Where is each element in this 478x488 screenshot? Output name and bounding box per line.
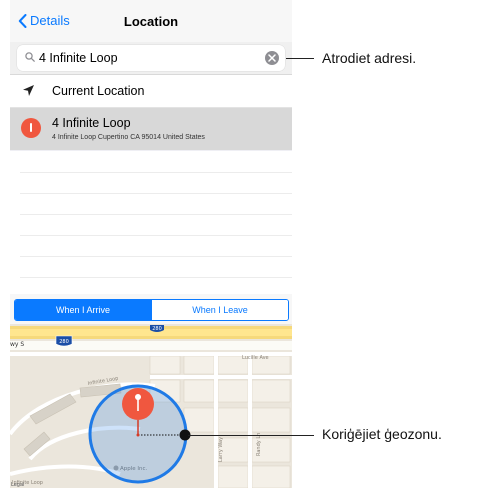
poi-label-apple: Apple Inc. — [120, 466, 148, 472]
search-value: 4 Infinite Loop — [39, 51, 118, 65]
highway-shield-text: 280 — [59, 339, 69, 345]
highway-shield-text: 280 — [152, 326, 162, 332]
legal-link[interactable]: Legal — [11, 482, 24, 488]
search-bar: 4 Infinite Loop — [10, 42, 292, 75]
road-label: wy S — [10, 341, 24, 348]
trigger-segment-bar: When I Arrive When I Leave — [10, 294, 292, 324]
list-divider — [20, 193, 292, 194]
map-canvas: 280 280 wy S Lucille Ave Infinite Loop I… — [10, 325, 292, 488]
search-icon — [25, 52, 35, 62]
trigger-segmented-control: When I Arrive When I Leave — [14, 299, 289, 321]
current-location-label: Current Location — [52, 84, 145, 98]
navigation-bar: Details Location — [10, 0, 292, 42]
callout-line — [188, 435, 314, 436]
page-title: Location — [123, 14, 179, 29]
search-input[interactable]: 4 Infinite Loop — [17, 45, 285, 71]
map-view[interactable]: 280 280 wy S Lucille Ave Infinite Loop I… — [10, 324, 292, 488]
frontage-road — [10, 341, 292, 350]
callout-find-address: Atrodiet adresi. — [322, 50, 417, 66]
close-icon — [268, 54, 276, 62]
street-label-larry-way: Larry Way — [218, 437, 224, 462]
highway-shield: 280 — [150, 325, 164, 332]
when-i-arrive-segment[interactable]: When I Arrive — [15, 300, 151, 320]
list-divider — [20, 214, 292, 215]
empty-results-area — [10, 151, 292, 294]
location-pin-icon — [21, 118, 41, 138]
result-title: 4 Infinite Loop — [52, 116, 131, 130]
list-divider — [20, 172, 292, 173]
current-location-row[interactable]: Current Location — [10, 75, 292, 108]
list-divider — [20, 235, 292, 236]
list-divider — [20, 277, 292, 278]
street-label-lucille: Lucille Ave — [242, 355, 269, 361]
iphone-screen: Details Location 4 Infinite Loop Current… — [10, 0, 292, 488]
callout-line — [286, 58, 314, 59]
clear-search-button[interactable] — [265, 51, 279, 65]
list-divider — [20, 256, 292, 257]
street-label-randy-ln: Randy Ln — [256, 433, 262, 456]
poi-icon — [113, 465, 119, 471]
search-result-row[interactable]: 4 Infinite Loop 4 Infinite Loop Cupertin… — [10, 108, 292, 150]
highway-shield: 280 — [55, 335, 73, 347]
when-i-leave-segment[interactable]: When I Leave — [151, 300, 288, 320]
result-address: 4 Infinite Loop Cupertino CA 95014 Unite… — [52, 134, 205, 141]
callout-adjust-geofence: Koriģējiet ģeozonu. — [322, 426, 442, 442]
location-arrow-icon — [23, 85, 34, 96]
